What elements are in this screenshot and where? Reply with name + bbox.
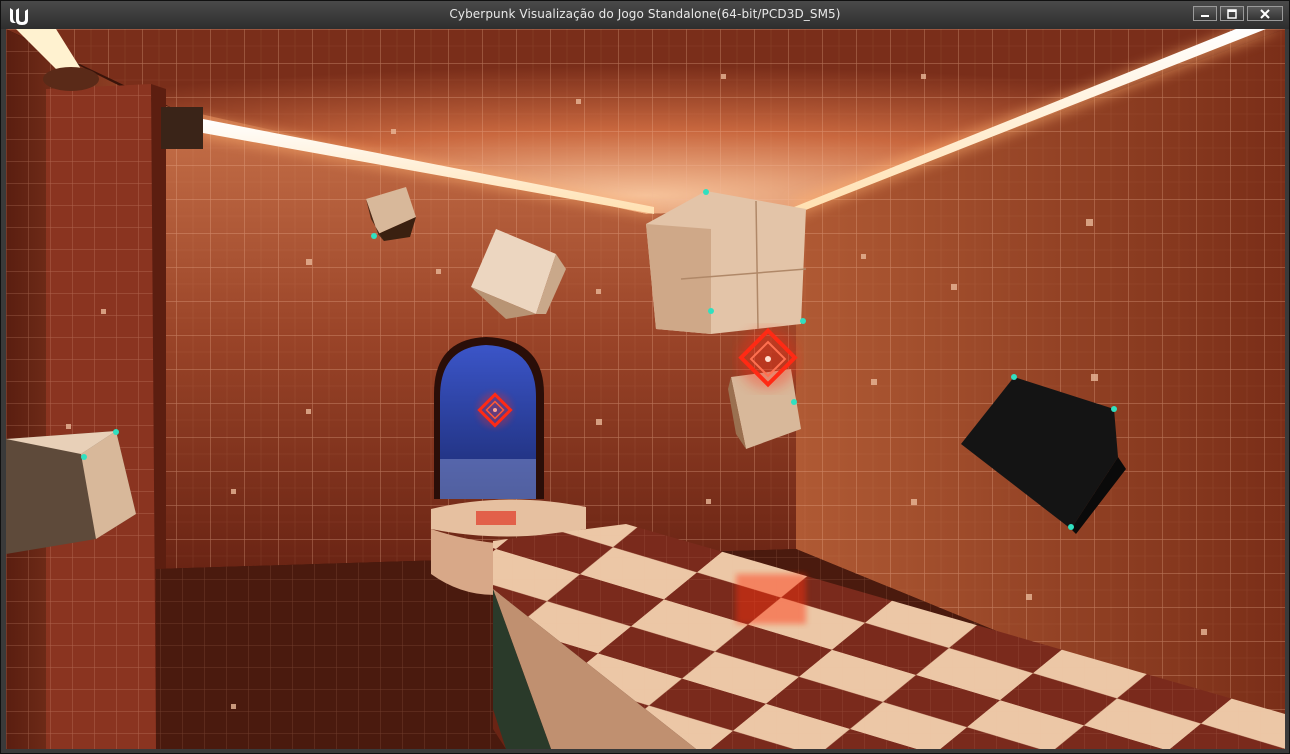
minimize-icon bbox=[1201, 14, 1209, 17]
close-icon bbox=[1260, 8, 1270, 19]
game-scene bbox=[6, 29, 1285, 749]
window-title: Cyberpunk Visualização do Jogo Standalon… bbox=[449, 7, 841, 21]
title-bar[interactable]: Cyberpunk Visualização do Jogo Standalon… bbox=[1, 1, 1289, 29]
game-viewport[interactable] bbox=[6, 29, 1285, 749]
close-button[interactable] bbox=[1247, 6, 1283, 21]
target-marker-doorway bbox=[477, 392, 513, 428]
game-window: Cyberpunk Visualização do Jogo Standalon… bbox=[0, 0, 1290, 754]
target-marker-center bbox=[738, 327, 798, 389]
maximize-icon bbox=[1227, 8, 1237, 19]
maximize-button[interactable] bbox=[1220, 6, 1244, 21]
minimize-button[interactable] bbox=[1193, 6, 1217, 21]
